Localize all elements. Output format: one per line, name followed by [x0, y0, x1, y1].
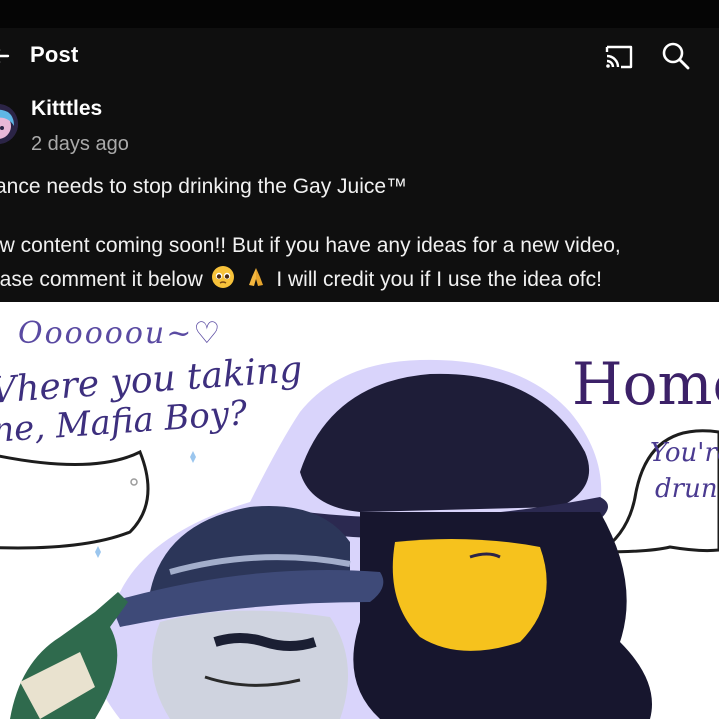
author-name[interactable]: Kitttles: [31, 97, 102, 121]
post-text-segment: ease comment it below: [0, 268, 203, 291]
art-caption: You're: [650, 438, 719, 468]
post-timestamp: 2 days ago: [31, 133, 129, 155]
pleading-face-emoji: [211, 266, 234, 288]
post-text-line: ease comment it below I will credit you …: [0, 265, 602, 292]
art-caption: drun: [655, 474, 718, 504]
post-text-line: ance needs to stop drinking the Gay Juic…: [0, 175, 408, 198]
post-image[interactable]: Oooooou~♡ Vhere you taking ne, Mafia Boy…: [0, 302, 719, 719]
status-bar: [0, 0, 719, 28]
avatar[interactable]: [0, 104, 18, 144]
app-bar: Post: [0, 28, 719, 86]
art-caption: Oooooou~♡: [18, 316, 223, 351]
post-text-line: ew content coming soon!! But if you have…: [0, 234, 621, 257]
search-icon[interactable]: [660, 40, 692, 72]
post-text-segment: I will credit you if I use the idea ofc!: [276, 268, 602, 291]
folded-hands-emoji: [249, 268, 264, 286]
cast-icon[interactable]: [603, 42, 635, 72]
back-arrow-icon[interactable]: [0, 44, 12, 68]
art-caption: Home: [572, 350, 719, 418]
page-title: Post: [30, 42, 79, 67]
